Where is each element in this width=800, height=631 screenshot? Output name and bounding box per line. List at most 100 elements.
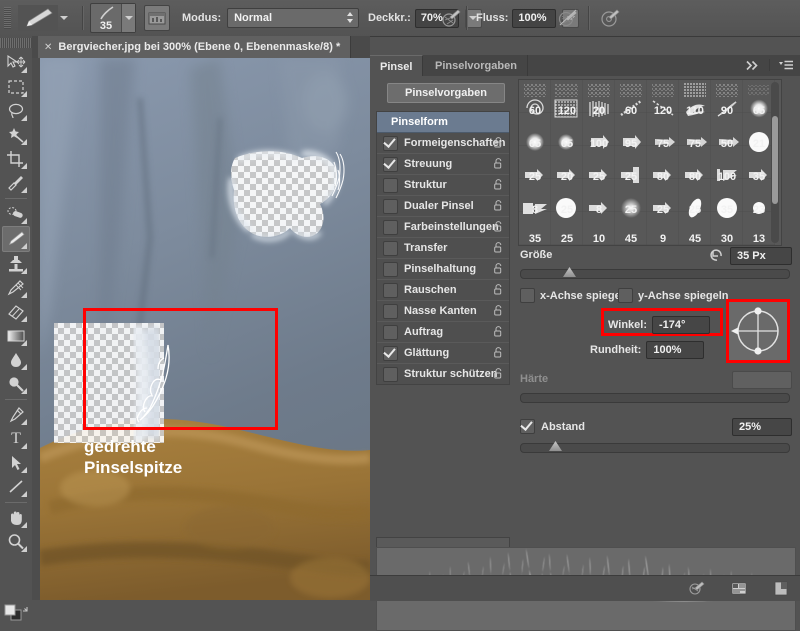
canvas-area[interactable]: gedrehte Pinselspitze [32,58,370,600]
hardness-slider[interactable] [520,393,790,403]
sidebar-item-line-tool[interactable] [3,475,29,499]
slider-thumb[interactable] [549,441,562,451]
brush-grid-scrollbar[interactable] [771,82,779,243]
foreground-background-swatch-icon[interactable] [3,604,29,624]
sidebar-item-eyedropper-tool[interactable] [3,171,29,195]
lock-open-icon[interactable] [494,242,503,253]
sidebar-item-blur-tool[interactable] [3,348,29,372]
sidebar-item-crop-tool[interactable] [3,147,29,171]
brush-preset-picker[interactable]: 35 [90,0,136,36]
angle-dial[interactable] [726,299,790,363]
flip-x-row[interactable]: x-Achse spiegeln [520,288,630,303]
brush-option-pinselform[interactable]: Pinselform [377,112,509,133]
sidebar-item-healing-brush-tool[interactable] [3,202,29,226]
spacing-input[interactable]: 25% [732,418,792,436]
angle-input[interactable]: -174° [652,316,711,334]
chevron-down-icon[interactable] [60,16,68,20]
sidebar-item-move-tool[interactable] [3,51,29,75]
brush-option-dualer-pinsel[interactable]: Dualer Pinsel [377,196,509,217]
toggle-brush-panel-button[interactable] [144,0,170,36]
brush-option-transfer[interactable]: Transfer [377,238,509,259]
flow-input[interactable]: 100% [512,8,557,28]
slider-thumb[interactable] [563,267,576,277]
sidebar-item-pen-tool[interactable] [3,403,29,427]
checkbox[interactable] [383,366,398,382]
flip-y-row[interactable]: y-Achse spiegeln [618,288,728,303]
checkbox[interactable] [383,177,398,193]
lock-open-icon[interactable] [494,368,503,379]
checkbox[interactable] [383,261,398,277]
brush-presets-button[interactable]: Pinselvorgaben [387,83,505,103]
lock-open-icon[interactable] [494,305,503,316]
opacity-pressure-button[interactable] [440,0,462,36]
tools-panel-grip[interactable] [0,38,32,48]
brush-size-slider[interactable] [520,267,790,279]
lock-open-icon[interactable] [494,179,503,190]
sidebar-item-zoom-tool[interactable] [3,530,29,554]
sidebar-item-hand-tool[interactable] [3,506,29,530]
checkbox[interactable] [618,288,633,303]
reset-arrow-icon[interactable] [710,248,724,262]
checkbox[interactable] [520,419,535,434]
brush-option-streuung[interactable]: Streuung [377,154,509,175]
hardness-input[interactable] [732,371,792,389]
sidebar-item-brush-tool[interactable] [2,226,30,252]
brush-option-glaettung[interactable]: Glättung [377,343,509,364]
options-bar-grip[interactable] [4,7,11,29]
checkbox[interactable] [383,198,398,214]
brush-option-auftrag[interactable]: Auftrag [377,322,509,343]
lock-open-icon[interactable] [494,263,503,274]
sidebar-item-marquee-tool[interactable] [3,75,29,99]
brush-tip-grid[interactable]: 60 120 20 60 120 110 90 65 65 65 100 95 … [518,79,782,246]
checkbox[interactable] [383,345,398,361]
document-tab[interactable]: ✕ Bergviecher.jpg bei 300% (Ebene 0, Ebe… [38,36,352,58]
chevron-down-icon[interactable] [121,4,135,32]
lock-open-icon[interactable] [494,347,503,358]
sidebar-item-type-tool[interactable]: T [3,427,29,451]
brush-option-struktur-schuetzen[interactable]: Struktur schützen [377,364,509,384]
brush-option-rauschen[interactable]: Rauschen [377,280,509,301]
brush-option-nasse-kanten[interactable]: Nasse Kanten [377,301,509,322]
brush-size-input[interactable]: 35 Px [730,247,792,265]
brush-option-struktur[interactable]: Struktur [377,175,509,196]
brush-option-pinselhaltung[interactable]: Pinselhaltung [377,259,509,280]
sidebar-item-lasso-tool[interactable] [3,99,29,123]
double-chevron-right-icon[interactable] [745,60,761,71]
checkbox[interactable] [520,288,535,303]
checkbox[interactable] [383,282,398,298]
scrollbar-thumb[interactable] [772,116,778,204]
sidebar-item-clone-stamp-tool[interactable] [3,252,29,276]
sidebar-item-path-selection-tool[interactable] [3,451,29,475]
checkbox[interactable] [383,303,398,319]
checkbox[interactable] [383,240,398,256]
sidebar-item-magic-wand-tool[interactable] [3,123,29,147]
sidebar-item-gradient-tool[interactable] [3,324,29,348]
close-x-icon[interactable]: ✕ [44,42,52,53]
lock-open-icon[interactable] [494,284,503,295]
lock-open-icon[interactable] [494,200,503,211]
pressure-size-button[interactable] [598,0,622,36]
sidebar-item-history-brush-tool[interactable] [3,276,29,300]
spacing-slider[interactable] [520,441,790,453]
lock-open-icon[interactable] [494,221,503,232]
spacing-row[interactable]: Abstand [520,419,585,434]
checkbox[interactable] [383,324,398,340]
sidebar-item-eraser-tool[interactable] [3,300,29,324]
sidebar-item-dodge-tool[interactable] [3,372,29,396]
brush-option-formeigenschaften[interactable]: Formeigenschaften [377,133,509,154]
new-brush-preset-icon[interactable] [730,580,748,597]
tab-pinsel[interactable]: Pinsel [370,55,424,77]
brush-option-farbeinstellungen[interactable]: Farbeinstellungen [377,217,509,238]
lock-open-icon[interactable] [494,137,503,148]
brush-preview-toggle-icon[interactable] [688,580,706,597]
delete-brush-icon[interactable] [772,580,790,597]
checkbox[interactable] [383,156,398,172]
roundness-input[interactable]: 100% [646,341,705,359]
lock-open-icon[interactable] [494,158,503,169]
tab-pinselvorgaben[interactable]: Pinselvorgaben [425,55,528,76]
airbrush-button[interactable] [556,0,580,36]
tool-preset-picker[interactable] [18,0,68,36]
panel-menu-icon[interactable] [778,60,794,71]
blend-mode-select[interactable]: Normal [227,8,360,28]
lock-open-icon[interactable] [494,326,503,337]
